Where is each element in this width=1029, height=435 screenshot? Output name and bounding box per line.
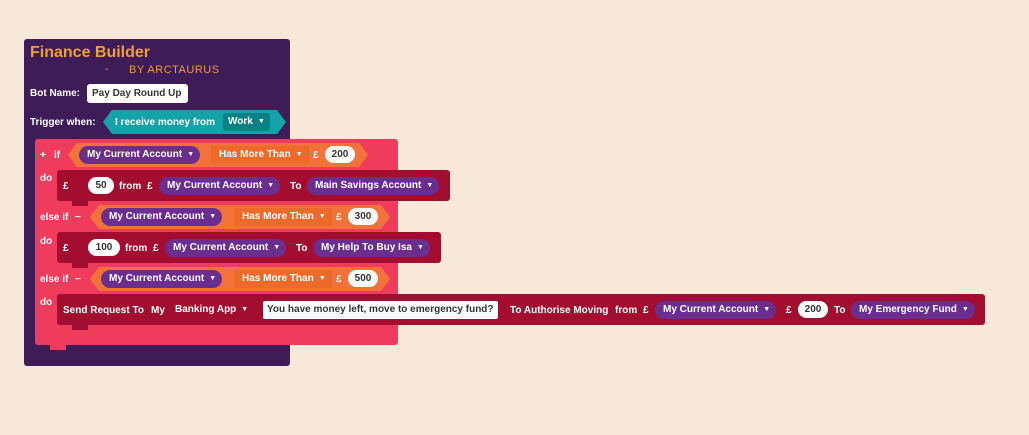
pound-label: £ [147, 181, 153, 192]
request-amount-input[interactable]: 200 [798, 301, 828, 318]
pound-label: £ [643, 305, 649, 316]
to-account-dropdown-2[interactable]: My Help To Buy Isa ▼ [313, 239, 430, 257]
to-label: To [290, 181, 302, 192]
from-account-dropdown-2[interactable]: My Current Account ▼ [165, 239, 287, 257]
amount-input-3[interactable]: 500 [348, 270, 378, 287]
do-label-2: do [40, 236, 53, 247]
pound-label: £ [63, 181, 69, 192]
request-from-account-dropdown[interactable]: My Current Account ▼ [655, 301, 777, 319]
from-label: from [125, 243, 148, 254]
do-label-3: do [40, 297, 53, 308]
chevron-down-icon: ▼ [257, 118, 265, 125]
account-label: My Current Account [87, 149, 183, 160]
bot-name-input[interactable]: Pay Day Round Up [87, 84, 188, 103]
chevron-down-icon: ▼ [426, 182, 434, 189]
chevron-down-icon: ▼ [416, 244, 424, 251]
remove-branch-icon[interactable]: − [75, 212, 81, 223]
condition-label: Has More Than [242, 211, 314, 222]
to-account-dropdown-1[interactable]: Main Savings Account ▼ [307, 177, 440, 195]
account-label: My Emergency Fund [859, 304, 957, 315]
trigger-label: Trigger when: [30, 117, 96, 128]
condition-label: Has More Than [219, 149, 291, 160]
block-tab [72, 201, 88, 206]
pound-label: £ [786, 305, 792, 316]
app-label: Banking App [175, 304, 237, 315]
else-if-label-1: else if [40, 212, 69, 223]
block-tab [72, 325, 88, 330]
do-label-1: do [40, 173, 53, 184]
account-label: My Current Account [663, 304, 759, 315]
move-amount-input-1[interactable]: 50 [88, 177, 114, 194]
add-branch-icon[interactable]: + [40, 150, 46, 161]
trigger-text: I receive money from [115, 117, 216, 128]
bot-name-label: Bot Name: [30, 88, 81, 99]
condition-dropdown-2[interactable]: Has More Than ▼ [234, 208, 332, 226]
else-if-label-2: else if [40, 274, 69, 285]
request-to-account-dropdown[interactable]: My Emergency Fund ▼ [851, 301, 975, 319]
app-dropdown[interactable]: Banking App ▼ [169, 301, 253, 319]
from-label: from [615, 305, 638, 316]
send-request-label: Send Request To [63, 305, 144, 316]
from-label: from [119, 181, 142, 192]
pound-label: £ [63, 243, 69, 254]
chevron-down-icon: ▼ [273, 244, 281, 251]
chevron-down-icon: ▼ [295, 151, 303, 158]
trigger-source-label: Work [228, 116, 253, 127]
amount-input-1[interactable]: 200 [325, 146, 355, 163]
chevron-down-icon: ▼ [187, 151, 195, 158]
amount-input-2[interactable]: 300 [348, 208, 378, 225]
condition-label: Has More Than [242, 273, 314, 284]
trigger-source-dropdown[interactable]: Work ▼ [223, 113, 270, 131]
account-label: My Help To Buy Isa [321, 242, 412, 253]
title-dash: - [105, 63, 109, 75]
chevron-down-icon: ▼ [318, 275, 326, 282]
app-byline: BY ARCTAURUS [129, 64, 220, 76]
account-label: My Current Account [173, 242, 269, 253]
block-tab [50, 345, 66, 350]
my-label: My [151, 305, 165, 316]
pound-label: £ [313, 150, 319, 161]
remove-branch-icon[interactable]: − [75, 274, 81, 285]
chevron-down-icon: ▼ [961, 306, 969, 313]
account-dropdown-2[interactable]: My Current Account ▼ [101, 208, 223, 226]
chevron-down-icon: ▼ [209, 275, 217, 282]
account-label: My Current Account [109, 273, 205, 284]
account-label: My Current Account [109, 211, 205, 222]
chevron-down-icon: ▼ [318, 213, 326, 220]
account-dropdown-1[interactable]: My Current Account ▼ [79, 146, 201, 164]
pound-label: £ [336, 212, 342, 223]
app-title: Finance Builder [30, 44, 151, 61]
move-amount-input-2[interactable]: 100 [88, 239, 120, 256]
pound-label: £ [153, 243, 159, 254]
condition-dropdown-1[interactable]: Has More Than ▼ [211, 146, 309, 164]
account-label: Main Savings Account [315, 180, 422, 191]
to-label: To [834, 305, 846, 316]
chevron-down-icon: ▼ [241, 306, 249, 313]
to-label: To [296, 243, 308, 254]
block-tab [72, 263, 88, 268]
account-dropdown-3[interactable]: My Current Account ▼ [101, 270, 223, 288]
pound-label: £ [336, 274, 342, 285]
authorise-label: To Authorise Moving [510, 305, 609, 316]
chevron-down-icon: ▼ [267, 182, 275, 189]
chevron-down-icon: ▼ [763, 306, 771, 313]
account-label: My Current Account [167, 180, 263, 191]
condition-dropdown-3[interactable]: Has More Than ▼ [234, 270, 332, 288]
chevron-down-icon: ▼ [209, 213, 217, 220]
message-input[interactable]: You have money left, move to emergency f… [263, 301, 498, 319]
if-label: if [54, 150, 61, 161]
from-account-dropdown-1[interactable]: My Current Account ▼ [159, 177, 281, 195]
